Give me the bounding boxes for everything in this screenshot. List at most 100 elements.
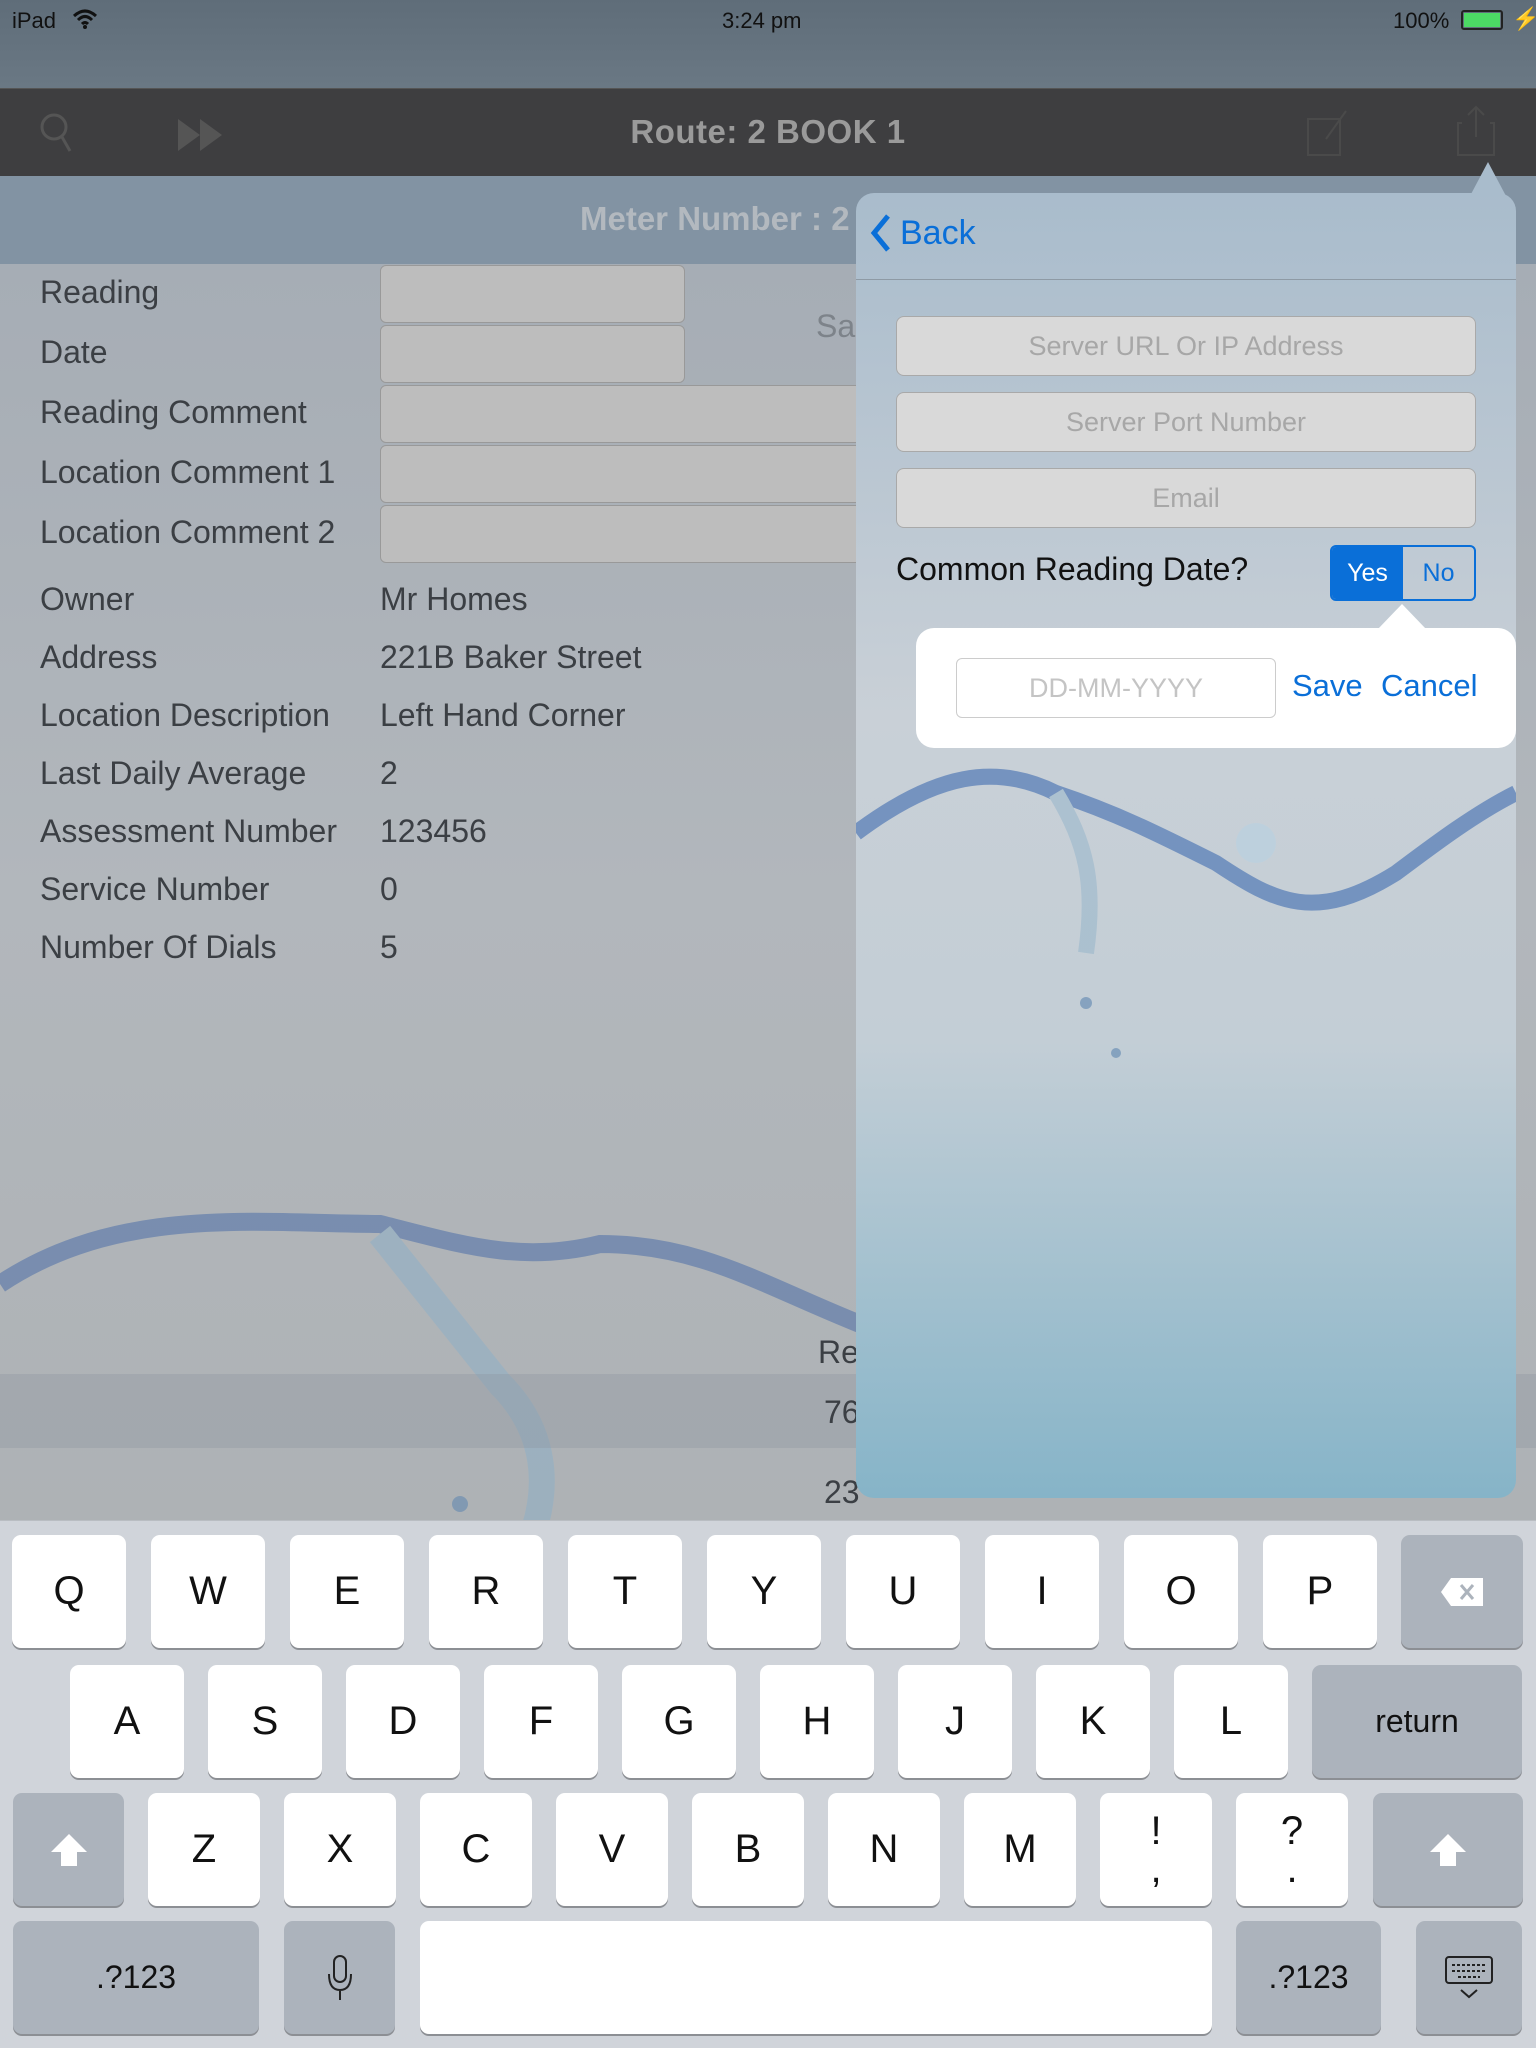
- assessment-number-value: 123456: [380, 813, 487, 849]
- service-number-value: 0: [380, 871, 398, 907]
- reading-comment-input[interactable]: [380, 385, 880, 443]
- hide-keyboard-key[interactable]: [1416, 1921, 1522, 2034]
- shift-icon: [50, 1833, 87, 1866]
- number-of-dials-label: Number Of Dials: [40, 929, 277, 965]
- shift-key-right[interactable]: [1373, 1793, 1523, 1906]
- wifi-icon: [72, 9, 98, 29]
- device-name: iPad: [12, 8, 57, 33]
- save-button[interactable]: Save: [1292, 668, 1363, 704]
- key-b[interactable]: B: [692, 1793, 804, 1906]
- common-date-input[interactable]: DD-MM-YYYY: [956, 658, 1276, 718]
- date-popup: DD-MM-YYYY Save Cancel: [916, 628, 1516, 748]
- common-reading-date-label: Common Reading Date?: [896, 551, 1249, 587]
- assessment-number-label: Assessment Number: [40, 813, 337, 849]
- keyboard-dismiss-icon: [1445, 1955, 1493, 1998]
- owner-label: Owner: [40, 581, 135, 617]
- edit-icon[interactable]: [1306, 109, 1350, 157]
- key-y[interactable]: Y: [707, 1535, 821, 1648]
- clock: 3:24 pm: [722, 8, 802, 33]
- key-l[interactable]: L: [1174, 1665, 1288, 1778]
- key-n[interactable]: N: [828, 1793, 940, 1906]
- key-i[interactable]: I: [985, 1535, 1099, 1648]
- location-description-label: Location Description: [40, 697, 330, 733]
- location-description-value: Left Hand Corner: [380, 697, 626, 733]
- last-daily-average-value: 2: [380, 755, 398, 791]
- chevron-left-icon: [870, 214, 890, 252]
- key-c[interactable]: C: [420, 1793, 532, 1906]
- save-button-fragment[interactable]: Sa: [816, 308, 855, 345]
- key-question-period[interactable]: ? .: [1236, 1793, 1348, 1906]
- key-s[interactable]: S: [208, 1665, 322, 1778]
- popover-arrow: [1470, 162, 1506, 196]
- space-key[interactable]: [420, 1921, 1212, 2034]
- date-label: Date: [40, 334, 108, 370]
- owner-value: Mr Homes: [380, 581, 528, 617]
- date-popup-arrow: [1378, 604, 1426, 629]
- key-j[interactable]: J: [898, 1665, 1012, 1778]
- numbers-key-right[interactable]: .?123: [1236, 1921, 1381, 2034]
- reading-comment-label: Reading Comment: [40, 394, 307, 430]
- key-t[interactable]: T: [568, 1535, 682, 1648]
- location-comment-1-label: Location Comment 1: [40, 454, 336, 490]
- battery-percent: 100%: [1393, 8, 1450, 33]
- key-exclamation-comma[interactable]: ! ,: [1100, 1793, 1212, 1906]
- location-comment-2-label: Location Comment 2: [40, 514, 336, 550]
- key-h[interactable]: H: [760, 1665, 874, 1778]
- key-f[interactable]: F: [484, 1665, 598, 1778]
- key-k[interactable]: K: [1036, 1665, 1150, 1778]
- backspace-icon: [1441, 1577, 1483, 1606]
- share-icon[interactable]: [1456, 105, 1496, 157]
- service-number-label: Service Number: [40, 871, 270, 907]
- key-a[interactable]: A: [70, 1665, 184, 1778]
- key-z[interactable]: Z: [148, 1793, 260, 1906]
- date-input[interactable]: [380, 325, 685, 383]
- key-x[interactable]: X: [284, 1793, 396, 1906]
- history-row-fragment: 23: [824, 1474, 860, 1510]
- on-screen-keyboard: Q W E R T Y U I O P A S D F G H J K Lreturn Z X C V B N M! ,? ..?…: [0, 1520, 1536, 2048]
- cancel-button[interactable]: Cancel: [1381, 668, 1478, 704]
- key-q[interactable]: Q: [12, 1535, 126, 1648]
- reading-input[interactable]: [380, 265, 685, 323]
- toolbar: Route: 2 BOOK 1: [0, 88, 1536, 176]
- backspace-key[interactable]: [1401, 1535, 1523, 1648]
- email-input[interactable]: Email: [896, 468, 1476, 528]
- key-e[interactable]: E: [290, 1535, 404, 1648]
- key-u[interactable]: U: [846, 1535, 960, 1648]
- key-w[interactable]: W: [151, 1535, 265, 1648]
- last-daily-average-label: Last Daily Average: [40, 755, 307, 791]
- charging-icon: ⚡: [1512, 6, 1536, 31]
- server-port-input[interactable]: Server Port Number: [896, 392, 1476, 452]
- server-url-input[interactable]: Server URL Or IP Address: [896, 316, 1476, 376]
- address-value: 221B Baker Street: [380, 639, 642, 675]
- meter-number-label: Meter Number : 2: [580, 200, 850, 237]
- shift-key-left[interactable]: [13, 1793, 124, 1906]
- key-m[interactable]: M: [964, 1793, 1076, 1906]
- back-button[interactable]: Back: [870, 213, 976, 253]
- common-reading-date-toggle: Yes No: [1330, 545, 1476, 601]
- dictation-key[interactable]: [284, 1921, 395, 2034]
- no-segment[interactable]: No: [1403, 547, 1474, 599]
- key-d[interactable]: D: [346, 1665, 460, 1778]
- key-v[interactable]: V: [556, 1793, 668, 1906]
- location-comment-2-input[interactable]: [380, 505, 880, 563]
- battery-icon: [1461, 10, 1503, 30]
- history-row-fragment: 76: [824, 1394, 860, 1430]
- shift-icon: [1430, 1833, 1466, 1866]
- reading-label: Reading: [40, 274, 160, 310]
- return-key[interactable]: return: [1312, 1665, 1522, 1778]
- key-p[interactable]: P: [1263, 1535, 1377, 1648]
- microphone-icon: [327, 1954, 352, 2000]
- location-comment-1-input[interactable]: [380, 445, 880, 503]
- history-header-fragment: Re: [818, 1334, 859, 1370]
- divider: [856, 279, 1516, 280]
- numbers-key-left[interactable]: .?123: [13, 1921, 259, 2034]
- key-r[interactable]: R: [429, 1535, 543, 1648]
- back-label: Back: [900, 213, 976, 252]
- number-of-dials-value: 5: [380, 929, 398, 965]
- settings-popover: Back Server URL Or IP Address Server Por…: [856, 193, 1516, 1498]
- key-g[interactable]: G: [622, 1665, 736, 1778]
- water-splash-image: [856, 768, 1516, 1058]
- key-o[interactable]: O: [1124, 1535, 1238, 1648]
- yes-segment[interactable]: Yes: [1332, 547, 1403, 599]
- address-label: Address: [40, 639, 158, 675]
